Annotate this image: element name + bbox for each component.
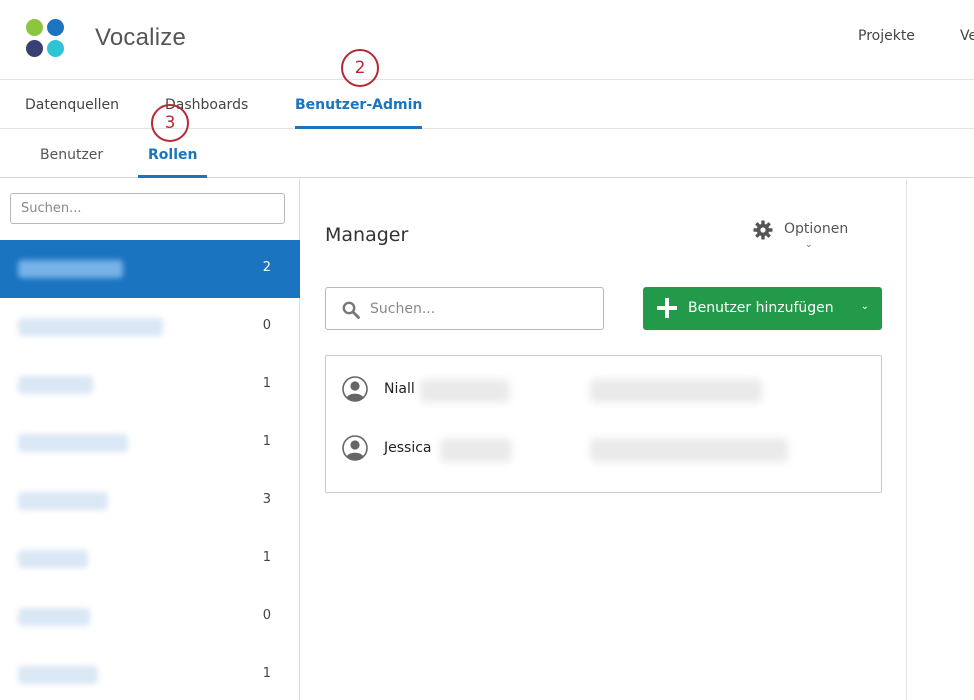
- redacted-user-email: [590, 438, 788, 462]
- tab-benutzer-admin[interactable]: Benutzer-Admin: [295, 97, 423, 129]
- role-row[interactable]: 0: [0, 588, 300, 646]
- chevron-down-icon: ⌄: [805, 240, 813, 250]
- roles-sidebar: 2 0 1 1 3 1 0 1: [0, 179, 300, 700]
- redacted-user-info: [440, 438, 512, 462]
- role-count: 0: [262, 608, 271, 623]
- primary-tabs: Datenquellen Dashboards Benutzer-Admin: [0, 81, 974, 129]
- role-search-input[interactable]: [10, 193, 285, 224]
- role-name-redacted: [18, 376, 93, 394]
- user-avatar-icon: [342, 435, 368, 461]
- role-name-redacted: [18, 260, 123, 278]
- role-count: 1: [262, 666, 271, 681]
- role-count: 1: [262, 434, 271, 449]
- subtab-benutzer[interactable]: Benutzer: [40, 147, 103, 163]
- role-count: 2: [262, 260, 271, 275]
- list-item[interactable]: Niall: [326, 361, 881, 419]
- role-name-redacted: [18, 492, 108, 510]
- role-row[interactable]: 3: [0, 472, 300, 530]
- role-name-redacted: [18, 666, 98, 684]
- role-row[interactable]: 1: [0, 414, 300, 472]
- add-user-label: Benutzer hinzufügen: [688, 300, 834, 316]
- user-search-box[interactable]: [325, 287, 604, 330]
- role-name-redacted: [18, 318, 163, 336]
- app-title: Vocalize: [95, 24, 186, 51]
- plus-icon: [657, 298, 677, 318]
- role-row[interactable]: 1: [0, 530, 300, 588]
- topnav-ve[interactable]: Ve: [960, 28, 974, 44]
- role-count: 1: [262, 376, 271, 391]
- role-name-redacted: [18, 608, 90, 626]
- redacted-user-info: [420, 379, 510, 403]
- vocalize-logo-icon[interactable]: [26, 19, 66, 59]
- gear-icon: [753, 220, 773, 240]
- annotation-marker-3: 3: [151, 104, 189, 142]
- user-name: Jessica: [384, 440, 432, 456]
- subtab-rollen[interactable]: Rollen: [137, 147, 209, 178]
- list-item[interactable]: Jessica: [326, 420, 881, 478]
- role-count: 1: [262, 550, 271, 565]
- role-count: 3: [262, 492, 271, 507]
- role-row[interactable]: 1: [0, 356, 300, 414]
- user-search-input[interactable]: [370, 298, 590, 320]
- tab-datenquellen[interactable]: Datenquellen: [25, 97, 119, 113]
- role-row[interactable]: 1: [0, 646, 300, 700]
- role-row[interactable]: 2: [0, 240, 300, 298]
- role-name-redacted: [18, 434, 128, 452]
- role-title: Manager: [325, 224, 409, 246]
- user-list: Niall Jessica: [325, 355, 882, 493]
- role-row[interactable]: 0: [0, 298, 300, 356]
- role-name-redacted: [18, 550, 88, 568]
- options-label: Optionen: [784, 221, 849, 237]
- search-icon: [342, 301, 360, 319]
- topnav-projekte[interactable]: Projekte: [858, 28, 915, 44]
- options-menu[interactable]: Optionen ⌄: [753, 219, 863, 259]
- annotation-marker-2: 2: [341, 49, 379, 87]
- user-avatar-icon: [342, 376, 368, 402]
- secondary-tabs: Benutzer Rollen: [0, 130, 974, 178]
- redacted-user-email: [590, 379, 762, 403]
- role-count: 0: [262, 318, 271, 333]
- app-header: Vocalize Projekte Ve: [0, 0, 974, 80]
- right-panel-divider: [906, 179, 907, 700]
- chevron-down-icon: ⌄: [860, 301, 869, 312]
- add-user-button[interactable]: Benutzer hinzufügen ⌄: [643, 287, 882, 330]
- user-name: Niall: [384, 381, 415, 397]
